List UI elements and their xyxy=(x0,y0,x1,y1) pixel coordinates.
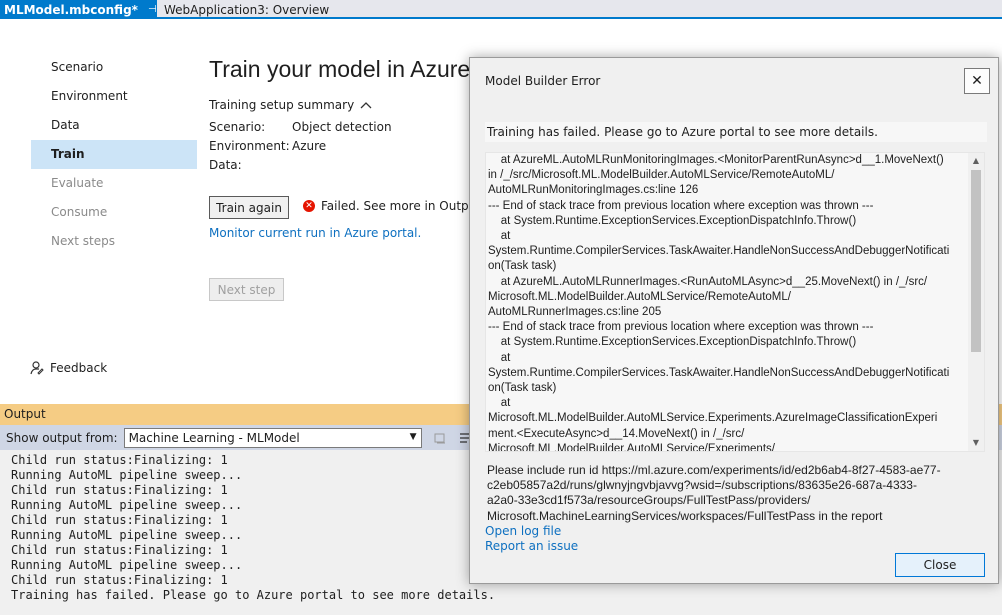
data-key: Data: xyxy=(209,158,242,172)
trace-line: on(Task task) xyxy=(488,260,557,273)
summary-data-row: Data: xyxy=(209,158,471,172)
trace-line: at xyxy=(488,397,511,410)
next-step-button: Next step xyxy=(209,278,284,301)
feedback-link[interactable]: Feedback xyxy=(30,358,107,378)
training-summary-toggle[interactable]: Training setup summary xyxy=(209,98,372,112)
trace-line: at AzureML.AutoMLRunnerImages.<RunAutoML… xyxy=(488,275,928,288)
nav-item-train[interactable]: Train xyxy=(31,140,197,169)
dialog-close-icon[interactable]: ✕ xyxy=(964,68,990,94)
tab-label: MLModel.mbconfig* xyxy=(4,2,138,17)
trace-line: ment.<ExecuteAsync>d__14.MoveNext() in /… xyxy=(488,427,745,440)
summary-environment-row: Environment: Azure xyxy=(209,139,471,153)
nav-item-data[interactable]: Data xyxy=(31,111,197,140)
nav-item-next-steps: Next steps xyxy=(51,234,115,248)
nav-item-evaluate: Evaluate xyxy=(51,176,104,190)
nav-item-environment[interactable]: Environment xyxy=(31,82,197,111)
document-tab-strip: MLModel.mbconfig* ⊣ ✕ WebApplication3: O… xyxy=(0,0,1002,19)
report-issue-link[interactable]: Report an issue xyxy=(485,539,578,553)
error-icon: ✕ xyxy=(303,200,315,212)
scroll-thumb[interactable] xyxy=(971,170,981,352)
tab-webapplication3-overview[interactable]: WebApplication3: Overview xyxy=(162,0,362,19)
monitor-run-link[interactable]: Monitor current run in Azure portal. xyxy=(209,226,421,240)
model-builder-steps-nav: Scenario Environment Data Train Evaluate… xyxy=(31,53,197,256)
error-message: Training has failed. Please go to Azure … xyxy=(485,122,987,142)
page-title: Train your model in Azure xyxy=(209,56,471,82)
summary-label: Training setup summary xyxy=(209,98,355,112)
nav-item-scenario[interactable]: Scenario xyxy=(31,53,197,82)
output-line: Training has failed. Please go to Azure … xyxy=(11,588,496,602)
run-info-line: a2a0-33e3cd1f573a/resourceGroups/FullTes… xyxy=(487,493,811,508)
training-status: ✕ Failed. See more in Output Pane. xyxy=(303,199,471,213)
trace-line: System.Runtime.CompilerServices.TaskAwai… xyxy=(488,366,950,379)
tab-label: WebApplication3: Overview xyxy=(164,2,330,17)
tab-mlmodel-mbconfig[interactable]: MLModel.mbconfig* ⊣ ✕ xyxy=(0,0,174,19)
feedback-label: Feedback xyxy=(50,361,108,375)
run-info-line: Microsoft.MachineLearningServices/worksp… xyxy=(487,508,883,523)
trace-line: on(Task task) xyxy=(488,382,557,395)
dialog-title: Model Builder Error xyxy=(485,74,601,88)
trace-line: Microsoft.ML.ModelBuilder.AutoMLService/… xyxy=(488,290,791,303)
scroll-up-icon[interactable]: ▲ xyxy=(968,153,984,169)
scroll-down-icon[interactable]: ▼ xyxy=(968,435,984,451)
chevron-up-icon xyxy=(360,102,372,109)
nav-item-consume: Consume xyxy=(51,205,108,219)
output-source-value: Machine Learning - MLModel xyxy=(128,430,300,445)
trace-line: --- End of stack trace from previous loc… xyxy=(488,199,874,212)
pin-icon[interactable]: ⊣ xyxy=(148,4,157,15)
chevron-down-icon: ▼ xyxy=(409,431,417,442)
scenario-value: Object detection xyxy=(292,120,392,134)
scenario-key: Scenario: xyxy=(209,120,266,134)
close-button[interactable]: Close xyxy=(895,553,985,577)
failed-text: Failed. See more in Output Pane. xyxy=(321,199,471,213)
trace-line: at xyxy=(488,351,511,364)
summary-scenario-row: Scenario: Object detection xyxy=(209,120,471,134)
trace-line: in /_/src/Microsoft.ML.ModelBuilder.Auto… xyxy=(488,169,835,182)
feedback-icon xyxy=(30,361,44,375)
open-log-file-link[interactable]: Open log file xyxy=(485,524,561,538)
trace-line: --- End of stack trace from previous loc… xyxy=(488,321,874,334)
run-info-line: Please include run id https://ml.azure.c… xyxy=(487,463,941,477)
trace-line: Microsoft.ML.ModelBuilder.AutoMLService.… xyxy=(488,412,938,425)
train-again-button[interactable]: Train again xyxy=(209,196,289,219)
trace-scrollbar[interactable]: ▲ ▼ xyxy=(968,153,984,451)
environment-key: Environment: xyxy=(209,139,290,153)
show-output-label: Show output from: xyxy=(6,430,118,445)
clear-output-icon[interactable] xyxy=(432,430,448,446)
trace-line: AutoMLRunnerImages.cs:line 205 xyxy=(488,306,662,319)
trace-line: at System.Runtime.ExceptionServices.Exce… xyxy=(488,214,857,227)
trace-line: at xyxy=(488,230,511,243)
run-id-info: Please include run id https://ml.azure.c… xyxy=(487,463,967,524)
trace-line: at AzureML.AutoMLRunMonitoringImages.<Mo… xyxy=(488,154,944,166)
stack-trace-text: at AzureML.AutoMLRunMonitoringImages.<Mo… xyxy=(488,153,964,451)
trace-line: System.Runtime.CompilerServices.TaskAwai… xyxy=(488,245,950,258)
trace-line: at System.Runtime.ExceptionServices.Exce… xyxy=(488,336,857,349)
output-source-dropdown[interactable]: Machine Learning - MLModel ▼ xyxy=(123,427,422,448)
trace-line: AutoMLRunMonitoringImages.cs:line 126 xyxy=(488,184,699,197)
model-builder-error-dialog: Model Builder Error ✕ Training has faile… xyxy=(469,57,999,584)
stack-trace-box[interactable]: at AzureML.AutoMLRunMonitoringImages.<Mo… xyxy=(485,152,985,452)
trace-line: Microsoft.ML.ModelBuilder.AutoMLService/… xyxy=(488,442,775,451)
environment-value: Azure xyxy=(292,139,327,153)
run-info-line: c2eb05857a2d/runs/glwnyjngvbjavvg?wsid=/… xyxy=(487,478,917,493)
